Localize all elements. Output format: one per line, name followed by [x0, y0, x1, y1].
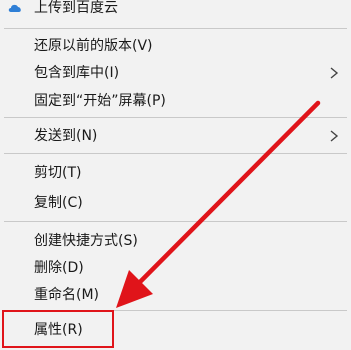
menu-separator [4, 28, 347, 29]
properties-highlight-box [2, 310, 114, 348]
menu-item-label: 重命名(M) [34, 287, 100, 303]
menu-item-create-shortcut[interactable]: 创建快捷方式(S) [0, 226, 351, 256]
menu-separator [4, 153, 347, 154]
menu-item-label: 固定到“开始”屏幕(P) [34, 93, 166, 109]
menu-item-label: 还原以前的版本(V) [34, 38, 153, 54]
menu-item-label: 删除(D) [34, 260, 84, 276]
menu-item-rename[interactable]: 重命名(M) [0, 280, 351, 310]
chevron-right-icon [327, 66, 341, 80]
menu-item-include-in-library[interactable]: 包含到库中(I) [0, 58, 351, 88]
context-menu: 上传到百度云 还原以前的版本(V) 包含到库中(I) 固定到“开始”屏幕(P) … [0, 0, 351, 350]
baidu-cloud-icon [7, 2, 23, 14]
menu-item-label: 上传到百度云 [34, 0, 118, 16]
menu-item-pin-to-start[interactable]: 固定到“开始”屏幕(P) [0, 86, 351, 116]
menu-item-upload-baidu-cloud[interactable]: 上传到百度云 [0, 0, 351, 23]
menu-separator [4, 117, 347, 118]
menu-item-delete[interactable]: 删除(D) [0, 253, 351, 283]
menu-item-copy[interactable]: 复制(C) [0, 188, 351, 218]
menu-item-label: 发送到(N) [34, 128, 98, 144]
menu-item-label: 剪切(T) [34, 165, 82, 181]
menu-item-label: 创建快捷方式(S) [34, 233, 138, 249]
menu-item-label: 包含到库中(I) [34, 65, 120, 81]
menu-item-label: 复制(C) [34, 195, 83, 211]
menu-separator [4, 221, 347, 222]
chevron-right-icon [327, 129, 341, 143]
menu-item-send-to[interactable]: 发送到(N) [0, 121, 351, 151]
menu-item-restore-previous-versions[interactable]: 还原以前的版本(V) [0, 31, 351, 61]
menu-item-cut[interactable]: 剪切(T) [0, 158, 351, 188]
